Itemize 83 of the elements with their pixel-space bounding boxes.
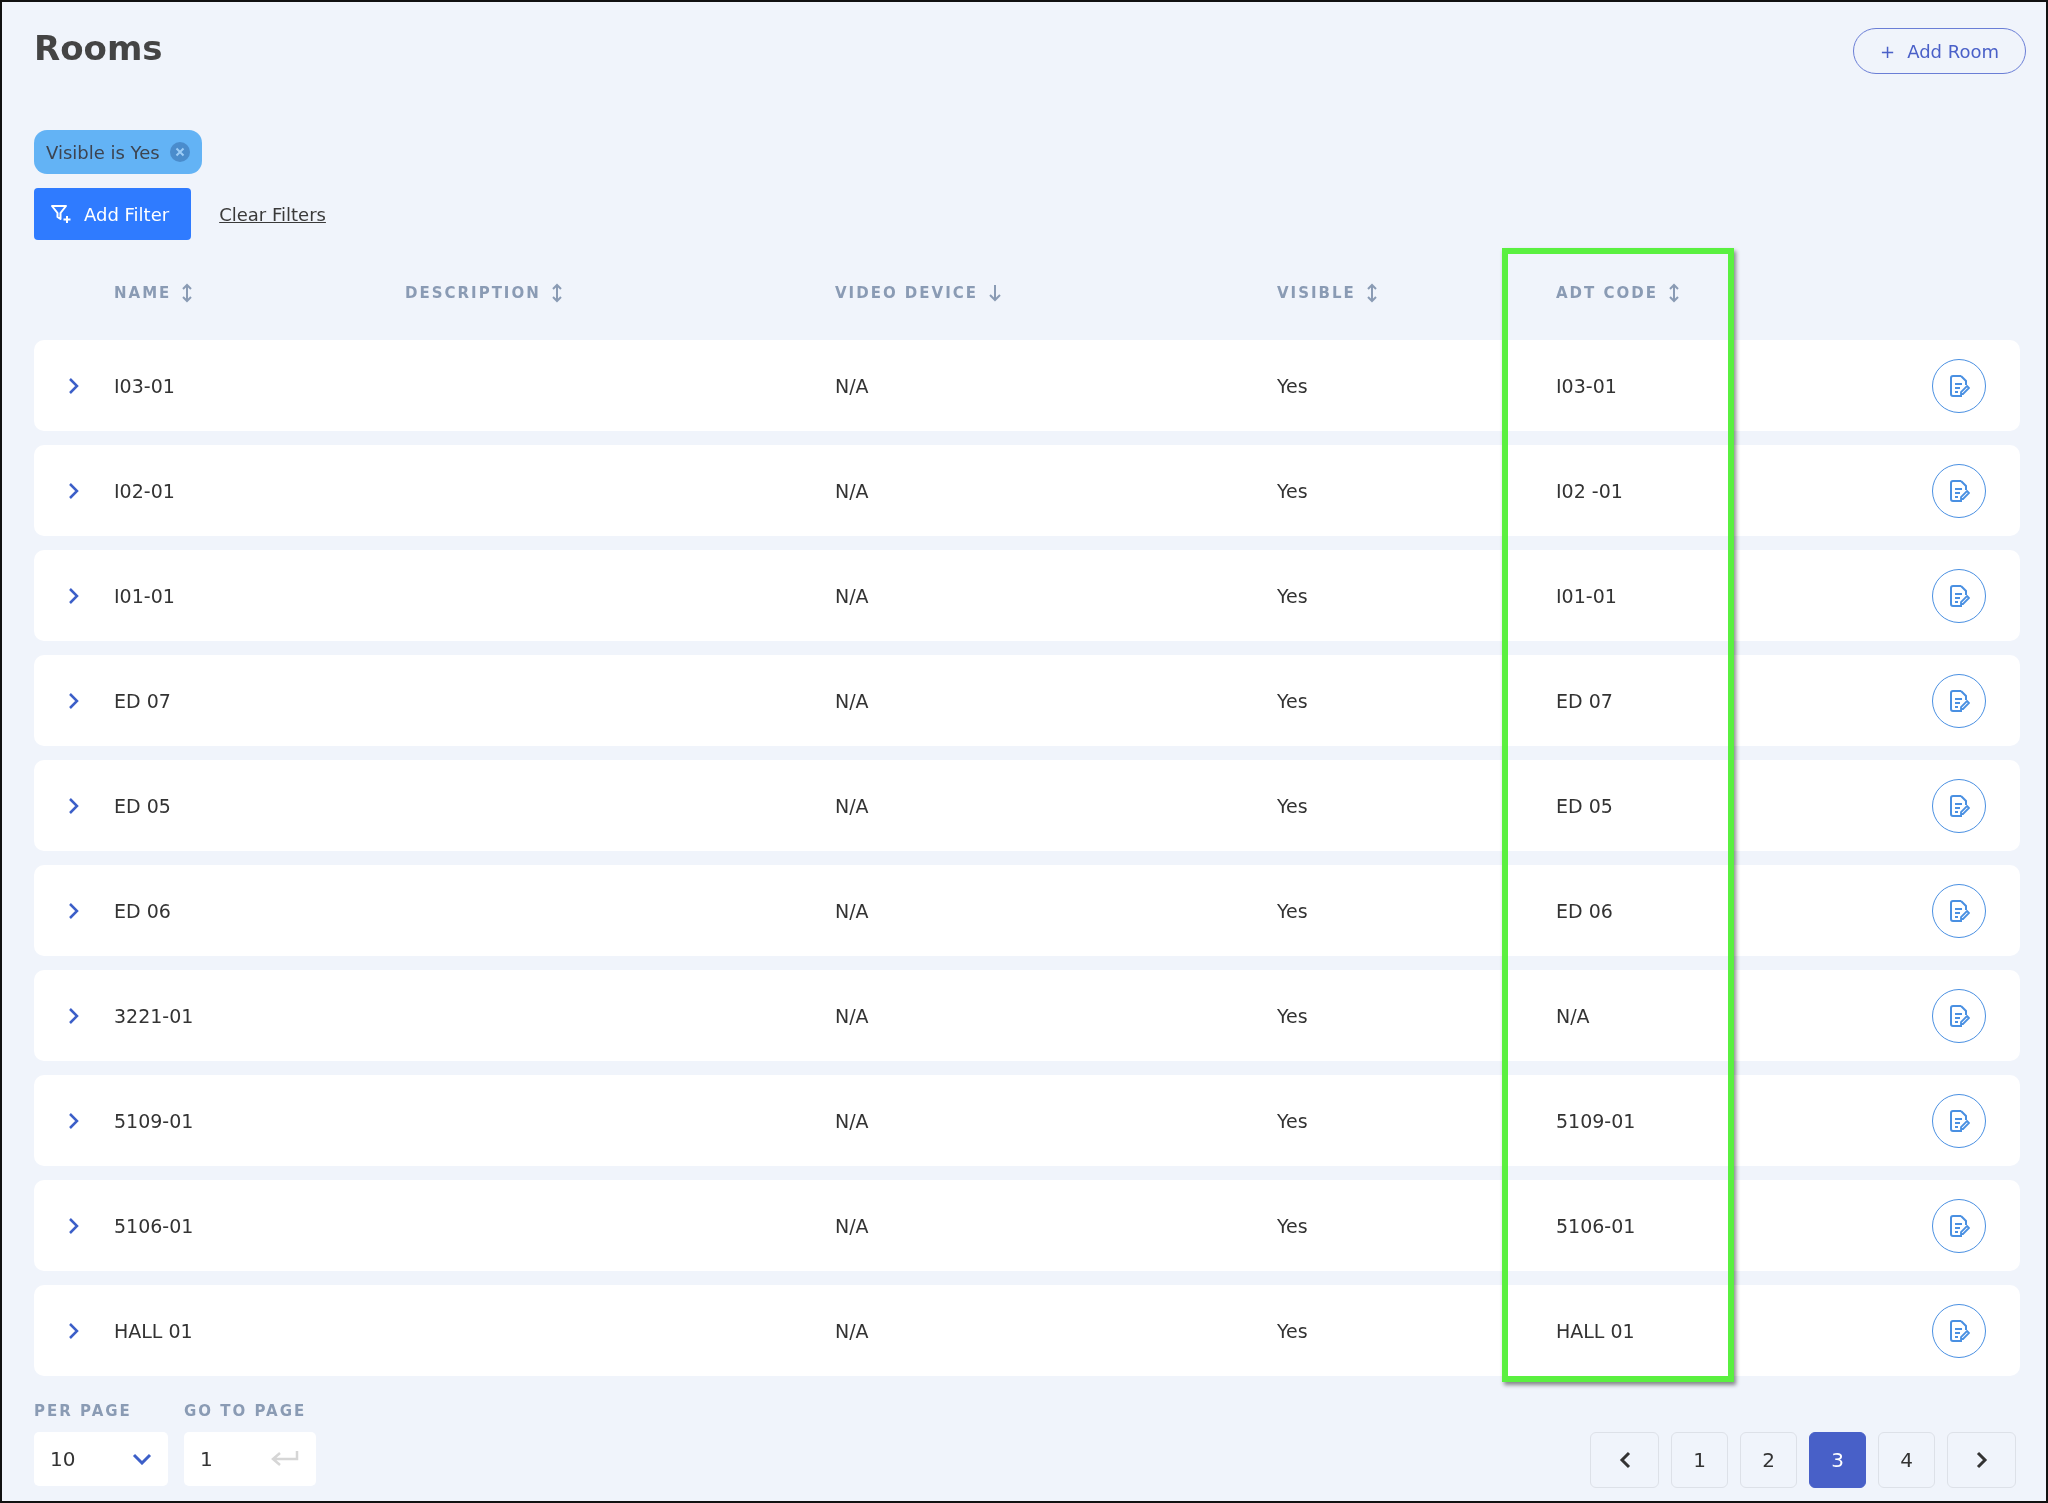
table-cell: Yes (1277, 1319, 1308, 1342)
edit-document-icon (1948, 1213, 1970, 1238)
table-cell: 5109-01 (1556, 1109, 1636, 1132)
table-cell: Yes (1277, 374, 1308, 397)
page-title: Rooms (34, 28, 163, 68)
edit-document-icon (1948, 373, 1970, 398)
table-cell: N/A (835, 584, 869, 607)
sort-descending-icon[interactable] (988, 284, 1002, 302)
chevron-right-icon[interactable] (67, 480, 81, 501)
table-cell: Yes (1277, 1004, 1308, 1027)
table-cell: N/A (835, 689, 869, 712)
chevron-right-icon (1975, 1450, 1988, 1470)
filter-plus-icon (50, 203, 72, 225)
clear-filters-link[interactable]: Clear Filters (219, 203, 326, 225)
table-cell: N/A (835, 1319, 869, 1342)
table-cell: Yes (1277, 479, 1308, 502)
table-cell: N/A (835, 479, 869, 502)
table-cell: 3221-01 (114, 1004, 194, 1027)
table-cell: HALL 01 (1556, 1319, 1635, 1342)
chevron-left-icon (1618, 1450, 1631, 1470)
table-cell: N/A (835, 1004, 869, 1027)
table-cell: Yes (1277, 899, 1308, 922)
table-cell: ED 05 (1556, 794, 1613, 817)
table-cell: I02-01 (114, 479, 175, 502)
table-cell: Yes (1277, 1109, 1308, 1132)
table-cell: ED 07 (1556, 689, 1613, 712)
edit-document-icon (1948, 1108, 1970, 1133)
table-cell: I03-01 (1556, 374, 1617, 397)
table-cell: I02 -01 (1556, 479, 1623, 502)
table-cell: N/A (835, 899, 869, 922)
table-cell: I03-01 (114, 374, 175, 397)
page-button[interactable]: 3 (1809, 1432, 1866, 1488)
go-to-page-field[interactable]: 1 (184, 1432, 316, 1486)
table-cell: Yes (1277, 1214, 1308, 1237)
chevron-right-icon[interactable] (67, 1110, 81, 1131)
sort-icon[interactable] (1365, 283, 1378, 303)
table-cell: ED 06 (114, 899, 171, 922)
chevron-right-icon[interactable] (67, 375, 81, 396)
sort-icon[interactable] (181, 283, 194, 303)
table-cell: 5106-01 (114, 1214, 194, 1237)
table-cell: Yes (1277, 794, 1308, 817)
table-cell: ED 05 (114, 794, 171, 817)
table-cell: ED 07 (114, 689, 171, 712)
chevron-right-icon[interactable] (67, 690, 81, 711)
table-cell: N/A (835, 794, 869, 817)
edit-document-icon (1948, 898, 1970, 923)
page-button[interactable]: 2 (1740, 1432, 1797, 1488)
table-cell: Yes (1277, 689, 1308, 712)
go-to-page-label: GO TO PAGE (184, 1402, 308, 1420)
chevron-right-icon[interactable] (67, 900, 81, 921)
per-page-select[interactable]: 10 (34, 1432, 168, 1486)
page-button[interactable]: 4 (1878, 1432, 1935, 1488)
close-icon[interactable] (169, 142, 190, 162)
table-cell: Yes (1277, 584, 1308, 607)
chevron-right-icon[interactable] (67, 1215, 81, 1236)
filter-chip-label: Visible is Yes (46, 141, 160, 163)
table-cell: HALL 01 (114, 1319, 193, 1342)
per-page-label: PER PAGE (34, 1402, 133, 1420)
table-cell: N/A (1556, 1004, 1590, 1027)
table-cell: N/A (835, 1214, 869, 1237)
edit-document-icon (1948, 583, 1970, 608)
table-cell: ED 06 (1556, 899, 1613, 922)
table-cell: 5106-01 (1556, 1214, 1636, 1237)
chevron-down-icon (132, 1453, 152, 1465)
add-filter-button[interactable]: Add Filter (34, 188, 192, 240)
sort-icon[interactable] (1668, 283, 1680, 303)
edit-document-icon (1948, 478, 1970, 503)
chevron-right-icon[interactable] (67, 795, 81, 816)
edit-document-icon (1948, 1318, 1970, 1343)
edit-document-icon (1948, 1003, 1970, 1028)
page-button[interactable]: 1 (1671, 1432, 1728, 1488)
table-cell: N/A (835, 374, 869, 397)
sort-icon[interactable] (550, 283, 563, 303)
table-cell: 5109-01 (114, 1109, 194, 1132)
chevron-right-icon[interactable] (67, 1005, 81, 1026)
edit-document-icon (1948, 688, 1970, 713)
chevron-right-icon[interactable] (67, 1320, 81, 1341)
chevron-right-icon[interactable] (67, 585, 81, 606)
table-cell: N/A (835, 1109, 869, 1132)
edit-document-icon (1948, 793, 1970, 818)
table-cell: I01-01 (1556, 584, 1617, 607)
enter-icon (270, 1450, 300, 1468)
table-cell: I01-01 (114, 584, 175, 607)
